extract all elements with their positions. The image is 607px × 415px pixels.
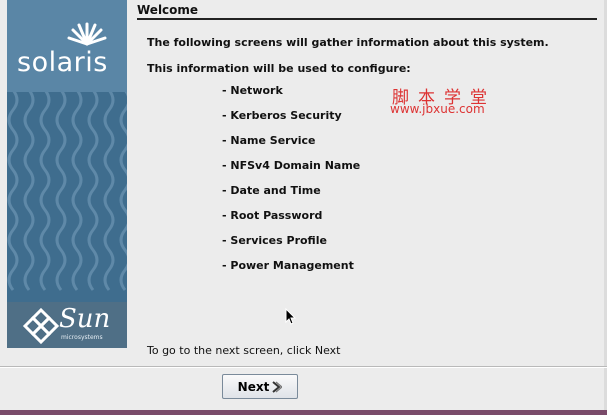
- sun-logo-icon: [22, 307, 60, 345]
- list-item: - Root Password: [222, 209, 323, 222]
- list-item: - Kerberos Security: [222, 109, 342, 122]
- sidebar-branding: solaris Sun microsystems: [7, 0, 127, 348]
- config-items-list: - Network - Kerberos Security - Name Ser…: [222, 84, 360, 284]
- list-item: - Date and Time: [222, 184, 321, 197]
- list-item: - Power Management: [222, 259, 354, 272]
- sun-logo-subtext: microsystems: [61, 334, 103, 341]
- next-button[interactable]: Next: [222, 374, 298, 399]
- solaris-logo-text: solaris: [17, 47, 108, 78]
- chevron-right-icon: [272, 380, 283, 393]
- list-item: - Services Profile: [222, 234, 327, 247]
- footer-divider-highlight: [0, 367, 607, 368]
- intro-text-2: This information will be used to configu…: [147, 62, 411, 75]
- sunburst-icon: [67, 22, 107, 46]
- intro-text-1: The following screens will gather inform…: [147, 36, 549, 49]
- solaris-logo: solaris: [7, 0, 127, 92]
- next-button-label: Next: [237, 379, 270, 394]
- mouse-pointer-icon: [285, 308, 297, 325]
- list-item: - Network: [222, 84, 283, 97]
- list-item: - NFSv4 Domain Name: [222, 159, 361, 172]
- watermark-url: www.jbxue.com: [390, 102, 485, 116]
- page-title: Welcome: [137, 3, 199, 17]
- list-item: - Name Service: [222, 134, 316, 147]
- header-divider: [137, 18, 597, 20]
- footer-instruction: To go to the next screen, click Next: [147, 344, 341, 357]
- sun-logo-text: Sun: [59, 304, 111, 334]
- taskbar-strip: [0, 410, 607, 415]
